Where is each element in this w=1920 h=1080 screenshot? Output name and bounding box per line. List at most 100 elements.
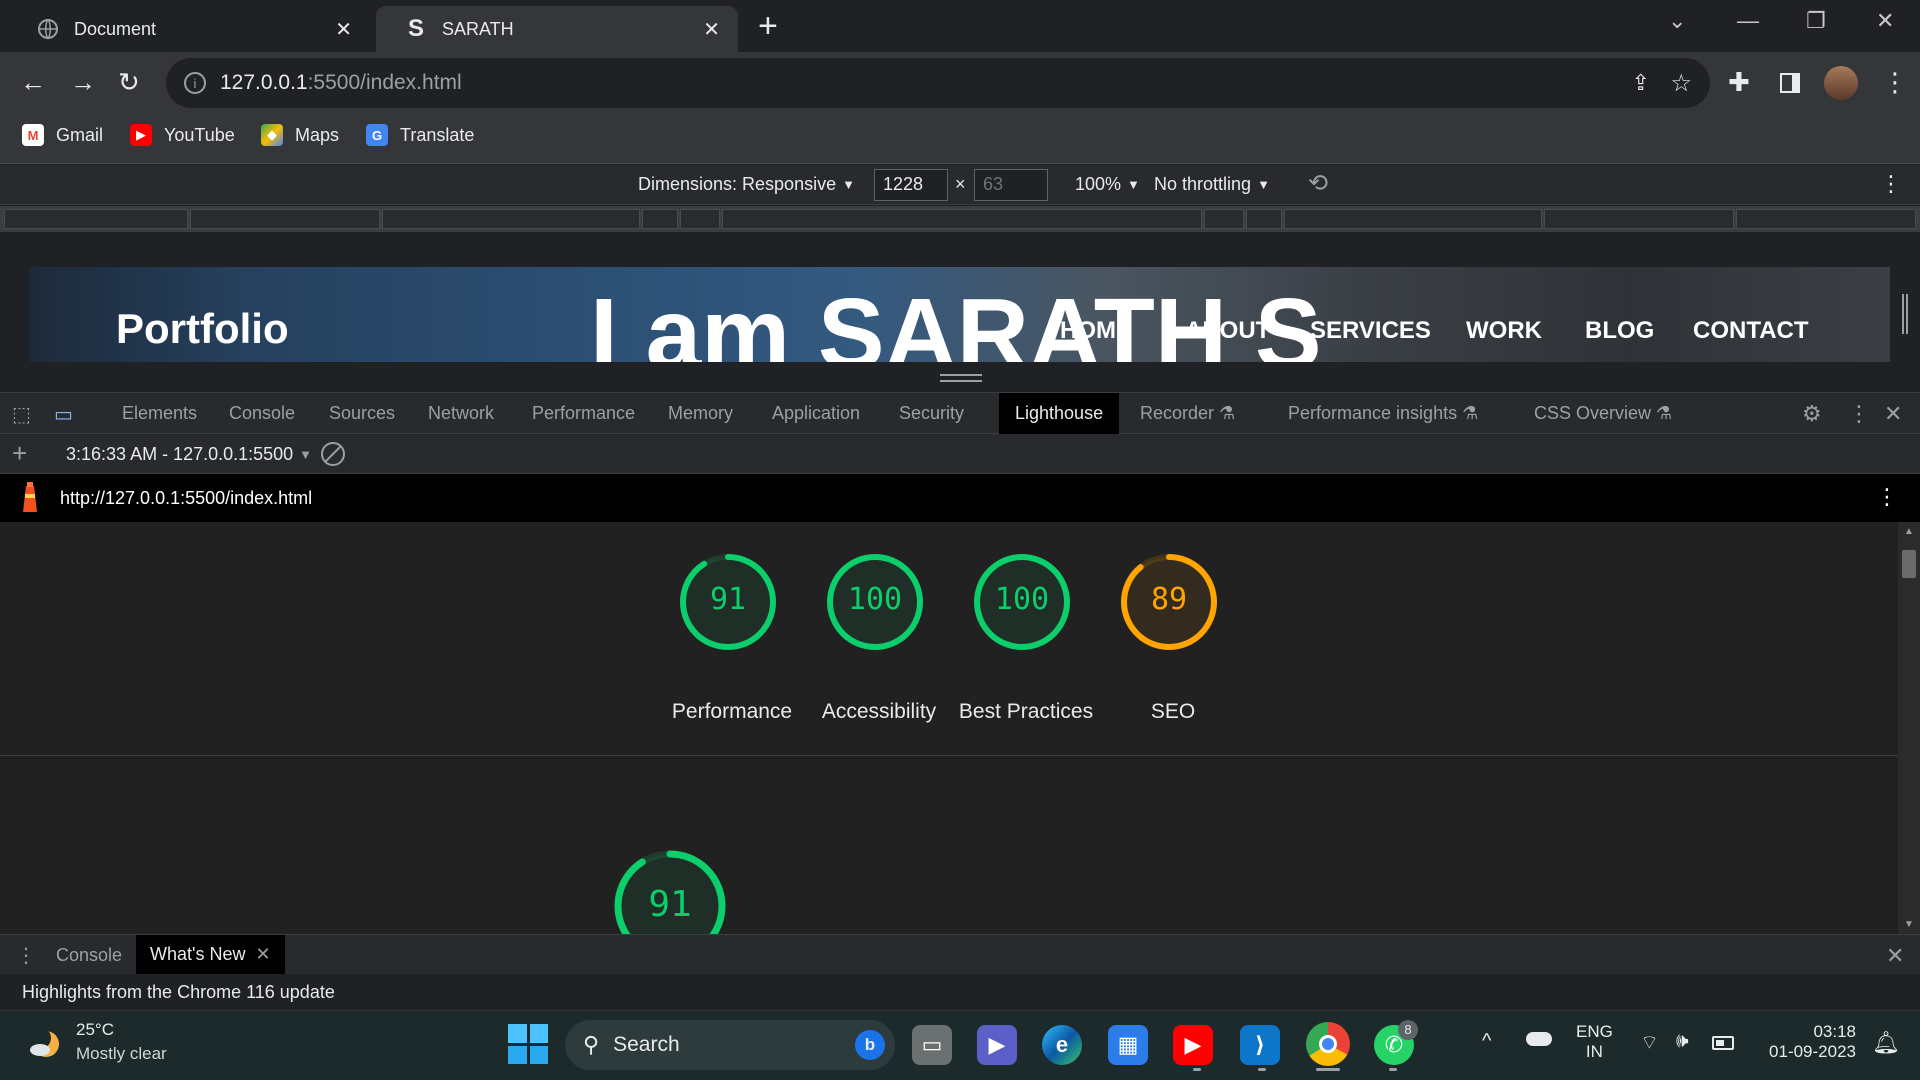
tab-performance-insights[interactable]: Performance insights ⚗	[1272, 393, 1494, 434]
nav-about[interactable]: ABOUT	[1185, 317, 1270, 345]
clock-time: 03:18	[1813, 1022, 1856, 1041]
vscode-icon[interactable]: ⟩	[1240, 1025, 1280, 1065]
resize-handle-right[interactable]	[1902, 294, 1908, 334]
dimensions-dropdown[interactable]: Dimensions: Responsive ▼	[638, 174, 855, 195]
avatar[interactable]	[1824, 66, 1858, 100]
close-window-button[interactable]: ✕	[1876, 8, 1894, 34]
settings-gear-icon[interactable]: ⚙	[1802, 401, 1822, 427]
address-bar[interactable]: i 127.0.0.1:5500/index.html ⇪ ☆	[166, 58, 1710, 108]
language-indicator[interactable]: ENG IN	[1576, 1022, 1613, 1062]
running-indicator	[1258, 1068, 1266, 1071]
new-report-icon[interactable]: +	[12, 438, 27, 469]
tab-network[interactable]: Network	[412, 393, 510, 434]
close-tab-icon[interactable]: ✕	[703, 17, 720, 42]
height-input[interactable]: 63	[974, 169, 1048, 201]
close-devtools-icon[interactable]: ✕	[1884, 401, 1902, 427]
bookmark-translate[interactable]: G Translate	[366, 124, 474, 146]
bookmark-gmail[interactable]: M Gmail	[22, 124, 103, 146]
weather-desc[interactable]: Mostly clear	[76, 1044, 167, 1064]
tab-memory[interactable]: Memory	[652, 393, 749, 434]
share-icon[interactable]: ⇪	[1632, 70, 1650, 96]
lighthouse-report: 91 Performance 100 Accessibility 100 Best Pra…	[0, 522, 1898, 962]
tab-security[interactable]: Security	[883, 393, 980, 434]
nav-blog[interactable]: BLOG	[1585, 317, 1654, 345]
show-hidden-icons[interactable]: ^	[1482, 1030, 1491, 1053]
taskbar-search[interactable]: ⚲ Search b	[565, 1020, 895, 1070]
wifi-icon[interactable]: ⌔	[1640, 1030, 1659, 1055]
forward-icon[interactable]: →	[70, 66, 96, 98]
menu-kebab-icon[interactable]: ⋮	[1882, 66, 1908, 98]
tab-recorder[interactable]: Recorder ⚗	[1124, 393, 1251, 434]
battery-icon[interactable]	[1712, 1036, 1734, 1050]
tab-console[interactable]: Console	[213, 393, 311, 434]
task-view-icon[interactable]: ▭	[912, 1025, 952, 1065]
start-windows-icon[interactable]	[508, 1024, 548, 1064]
tab-search-icon[interactable]: ⌄	[1668, 8, 1686, 34]
clear-report-icon[interactable]	[321, 442, 345, 466]
report-selector[interactable]: 3:16:33 AM - 127.0.0.1:5500 ▼	[66, 444, 312, 465]
bookmark-star-icon[interactable]: ☆	[1670, 69, 1692, 98]
report-url[interactable]: http://127.0.0.1:5500/index.html	[60, 488, 312, 509]
nav-work[interactable]: WORK	[1466, 317, 1542, 345]
reload-icon[interactable]: ↻	[118, 66, 140, 98]
score-gauge-accessibility[interactable]: 100 Accessibility	[822, 552, 936, 723]
minimize-button[interactable]: —	[1737, 8, 1759, 34]
close-drawer-icon[interactable]: ✕	[1886, 943, 1904, 969]
tab-sarath[interactable]: S SARATH ✕	[376, 6, 738, 52]
tab-application[interactable]: Application	[756, 393, 876, 434]
onedrive-cloud-icon[interactable]	[1526, 1032, 1552, 1046]
drawer-menu-icon[interactable]: ⋮	[16, 943, 36, 968]
extensions-icon[interactable]: ✚	[1728, 66, 1750, 98]
device-toggle-icon[interactable]: ▭	[54, 402, 73, 427]
bing-icon[interactable]: b	[855, 1030, 885, 1060]
store-icon[interactable]: ▦	[1108, 1025, 1148, 1065]
tab-document[interactable]: Document ✕	[8, 6, 370, 52]
restore-button[interactable]: ❐	[1806, 8, 1826, 34]
throttling-dropdown[interactable]: No throttling ▼	[1154, 174, 1270, 195]
inspect-element-icon[interactable]: ⬚	[12, 402, 31, 427]
devtools-resize-handle[interactable]	[940, 374, 982, 382]
report-scrollbar[interactable]: ▲ ▼	[1898, 522, 1920, 934]
tab-elements[interactable]: Elements	[106, 393, 213, 434]
tab-lighthouse[interactable]: Lighthouse	[999, 393, 1120, 434]
side-panel-icon[interactable]	[1780, 73, 1800, 93]
nav-services[interactable]: SERVICES	[1310, 317, 1431, 345]
report-menu-icon[interactable]: ⋮	[1876, 484, 1898, 510]
caret-down-icon: ▼	[299, 447, 313, 462]
youtube-app-icon[interactable]: ▶	[1173, 1025, 1213, 1065]
device-more-icon[interactable]: ⋮	[1880, 171, 1902, 197]
nav-home[interactable]: HOME	[1060, 317, 1132, 345]
bookmark-youtube[interactable]: ▶ YouTube	[130, 124, 235, 146]
tab-strip: Document ✕ S SARATH ✕ + ⌄ — ❐ ✕	[0, 0, 1920, 52]
section-divider	[0, 755, 1898, 756]
rotate-icon[interactable]: ⟲	[1308, 169, 1328, 198]
score-gauge-seo[interactable]: 89 SEO	[1119, 552, 1219, 723]
chrome-icon[interactable]	[1306, 1022, 1350, 1066]
drawer-tab-console[interactable]: Console	[56, 945, 122, 966]
edge-icon[interactable]: e	[1042, 1025, 1082, 1065]
media-query-bar[interactable]	[0, 206, 1920, 232]
teams-meet-icon[interactable]: ▶	[977, 1025, 1017, 1065]
notifications-bell-icon[interactable]: 🔔︎	[1872, 1030, 1900, 1056]
tab-performance[interactable]: Performance	[516, 393, 651, 434]
close-tab-icon[interactable]: ✕	[335, 17, 352, 42]
score-gauge-best-practices[interactable]: 100 Best Practices	[959, 552, 1093, 723]
width-input[interactable]: 1228	[874, 169, 948, 201]
site-info-icon[interactable]: i	[184, 72, 206, 94]
zoom-dropdown[interactable]: 100% ▼	[1075, 174, 1140, 195]
bookmark-maps[interactable]: ◆ Maps	[261, 124, 339, 146]
tab-sources[interactable]: Sources	[313, 393, 411, 434]
weather-temp[interactable]: 25°C	[76, 1020, 114, 1040]
volume-icon[interactable]: 🕪	[1676, 1030, 1689, 1053]
clock[interactable]: 03:18 01-09-2023	[1760, 1022, 1856, 1062]
site-logo[interactable]: Portfolio	[116, 305, 289, 353]
close-tab-icon[interactable]: ✕	[255, 944, 270, 965]
new-tab-button[interactable]: +	[758, 8, 778, 44]
weather-moon-icon[interactable]	[26, 1024, 64, 1062]
back-icon[interactable]: ←	[20, 66, 46, 98]
tab-css-overview[interactable]: CSS Overview ⚗	[1518, 393, 1688, 434]
devtools-more-icon[interactable]: ⋮	[1848, 401, 1870, 427]
score-gauge-performance[interactable]: 91 Performance	[672, 552, 792, 723]
drawer-tab-whats-new[interactable]: What's New ✕	[136, 935, 285, 974]
nav-contact[interactable]: CONTACT	[1693, 317, 1809, 345]
